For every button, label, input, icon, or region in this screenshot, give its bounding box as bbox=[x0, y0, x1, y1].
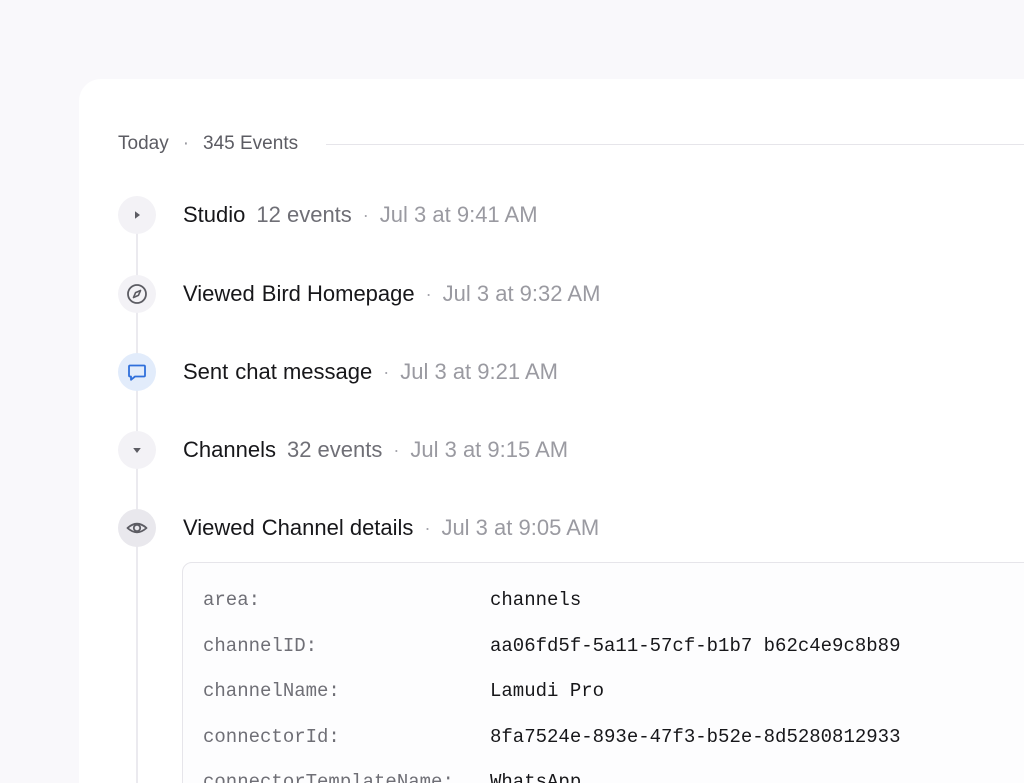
property-key: area: bbox=[203, 589, 261, 611]
day-label: Today bbox=[118, 133, 169, 154]
event-time: Jul 3 at 9:41 AM bbox=[379, 202, 538, 227]
event-properties: area: channels channelID: aa06fd5f-5a11-… bbox=[182, 562, 1024, 783]
event-row-studio[interactable]: Studio 12 events · Jul 3 at 9:41 AM bbox=[118, 196, 538, 234]
event-time: Jul 3 at 9:05 AM bbox=[441, 515, 600, 540]
collapse-toggle[interactable] bbox=[118, 431, 156, 469]
event-dot: · bbox=[425, 283, 432, 304]
event-action: Channels bbox=[183, 437, 276, 462]
property-value: aa06fd5f-5a11-57cf-b1b7 b62c4e9c8b89 bbox=[490, 634, 901, 657]
expand-toggle[interactable] bbox=[118, 196, 156, 234]
event-action: Studio bbox=[183, 202, 246, 227]
event-dot: · bbox=[362, 204, 369, 225]
property-key: connectorId: bbox=[203, 725, 340, 748]
compass-icon bbox=[127, 284, 147, 304]
header-divider bbox=[326, 143, 1024, 145]
event-icon bbox=[118, 353, 156, 391]
property-row: area: channels bbox=[183, 589, 1024, 635]
event-time: Jul 3 at 9:15 AM bbox=[410, 437, 569, 462]
event-count: 345 Events bbox=[203, 133, 299, 154]
event-count: 32 events bbox=[286, 437, 383, 462]
caret-down-icon bbox=[133, 448, 141, 453]
chat-bubble-icon bbox=[128, 364, 146, 381]
event-dot: · bbox=[383, 361, 390, 382]
event-count: 12 events bbox=[256, 202, 352, 227]
property-row: channelID: aa06fd5f-5a11-57cf-b1b7 b62c4… bbox=[183, 635, 1024, 681]
property-key: channelName: bbox=[203, 680, 340, 702]
property-value: Lamudi Pro bbox=[490, 680, 605, 702]
property-key: channelID: bbox=[203, 634, 318, 657]
event-icon bbox=[118, 509, 156, 547]
header-separator: · bbox=[182, 133, 190, 154]
event-text: Viewed Bird Homepage · Jul 3 at 9:32 AM bbox=[183, 281, 600, 307]
event-text: Studio 12 events · Jul 3 at 9:41 AM bbox=[183, 202, 538, 228]
event-object: Bird Homepage bbox=[261, 281, 415, 306]
eye-icon bbox=[126, 522, 148, 534]
property-value: 8fa7524e-893e-47f3-b52e-8d5280812933 bbox=[490, 725, 901, 748]
event-time: Jul 3 at 9:21 AM bbox=[400, 359, 558, 384]
event-text: Channels 32 events · Jul 3 at 9:15 AM bbox=[183, 437, 568, 463]
event-dot: · bbox=[424, 517, 431, 538]
event-text: Sent chat message · Jul 3 at 9:21 AM bbox=[183, 359, 558, 385]
event-object: Channel details bbox=[261, 515, 414, 540]
property-key: connectorTemplateName: bbox=[203, 771, 454, 783]
event-row-viewed-channel-details[interactable]: Viewed Channel details · Jul 3 at 9:05 A… bbox=[118, 509, 599, 547]
event-object: chat message bbox=[235, 359, 373, 384]
event-dot: · bbox=[393, 439, 400, 460]
caret-right-icon bbox=[135, 211, 140, 219]
event-row-channels[interactable]: Channels 32 events · Jul 3 at 9:15 AM bbox=[118, 431, 568, 469]
event-action: Viewed bbox=[183, 281, 255, 306]
event-action: Viewed bbox=[183, 515, 255, 540]
event-icon bbox=[118, 275, 156, 313]
property-row: connectorTemplateName: WhatsApp bbox=[183, 771, 1024, 783]
property-value: WhatsApp bbox=[490, 771, 582, 783]
event-text: Viewed Channel details · Jul 3 at 9:05 A… bbox=[183, 515, 599, 541]
property-row: connectorId: 8fa7524e-893e-47f3-b52e-8d5… bbox=[183, 726, 1024, 772]
event-row-sent-chat[interactable]: Sent chat message · Jul 3 at 9:21 AM bbox=[118, 353, 558, 391]
property-row: channelName: Lamudi Pro bbox=[183, 680, 1024, 726]
event-time: Jul 3 at 9:32 AM bbox=[442, 281, 601, 306]
event-action: Sent bbox=[183, 359, 229, 384]
property-value: channels bbox=[490, 589, 582, 611]
day-header: Today · 345 Events bbox=[118, 131, 1024, 157]
event-row-viewed-homepage[interactable]: Viewed Bird Homepage · Jul 3 at 9:32 AM bbox=[118, 275, 600, 313]
